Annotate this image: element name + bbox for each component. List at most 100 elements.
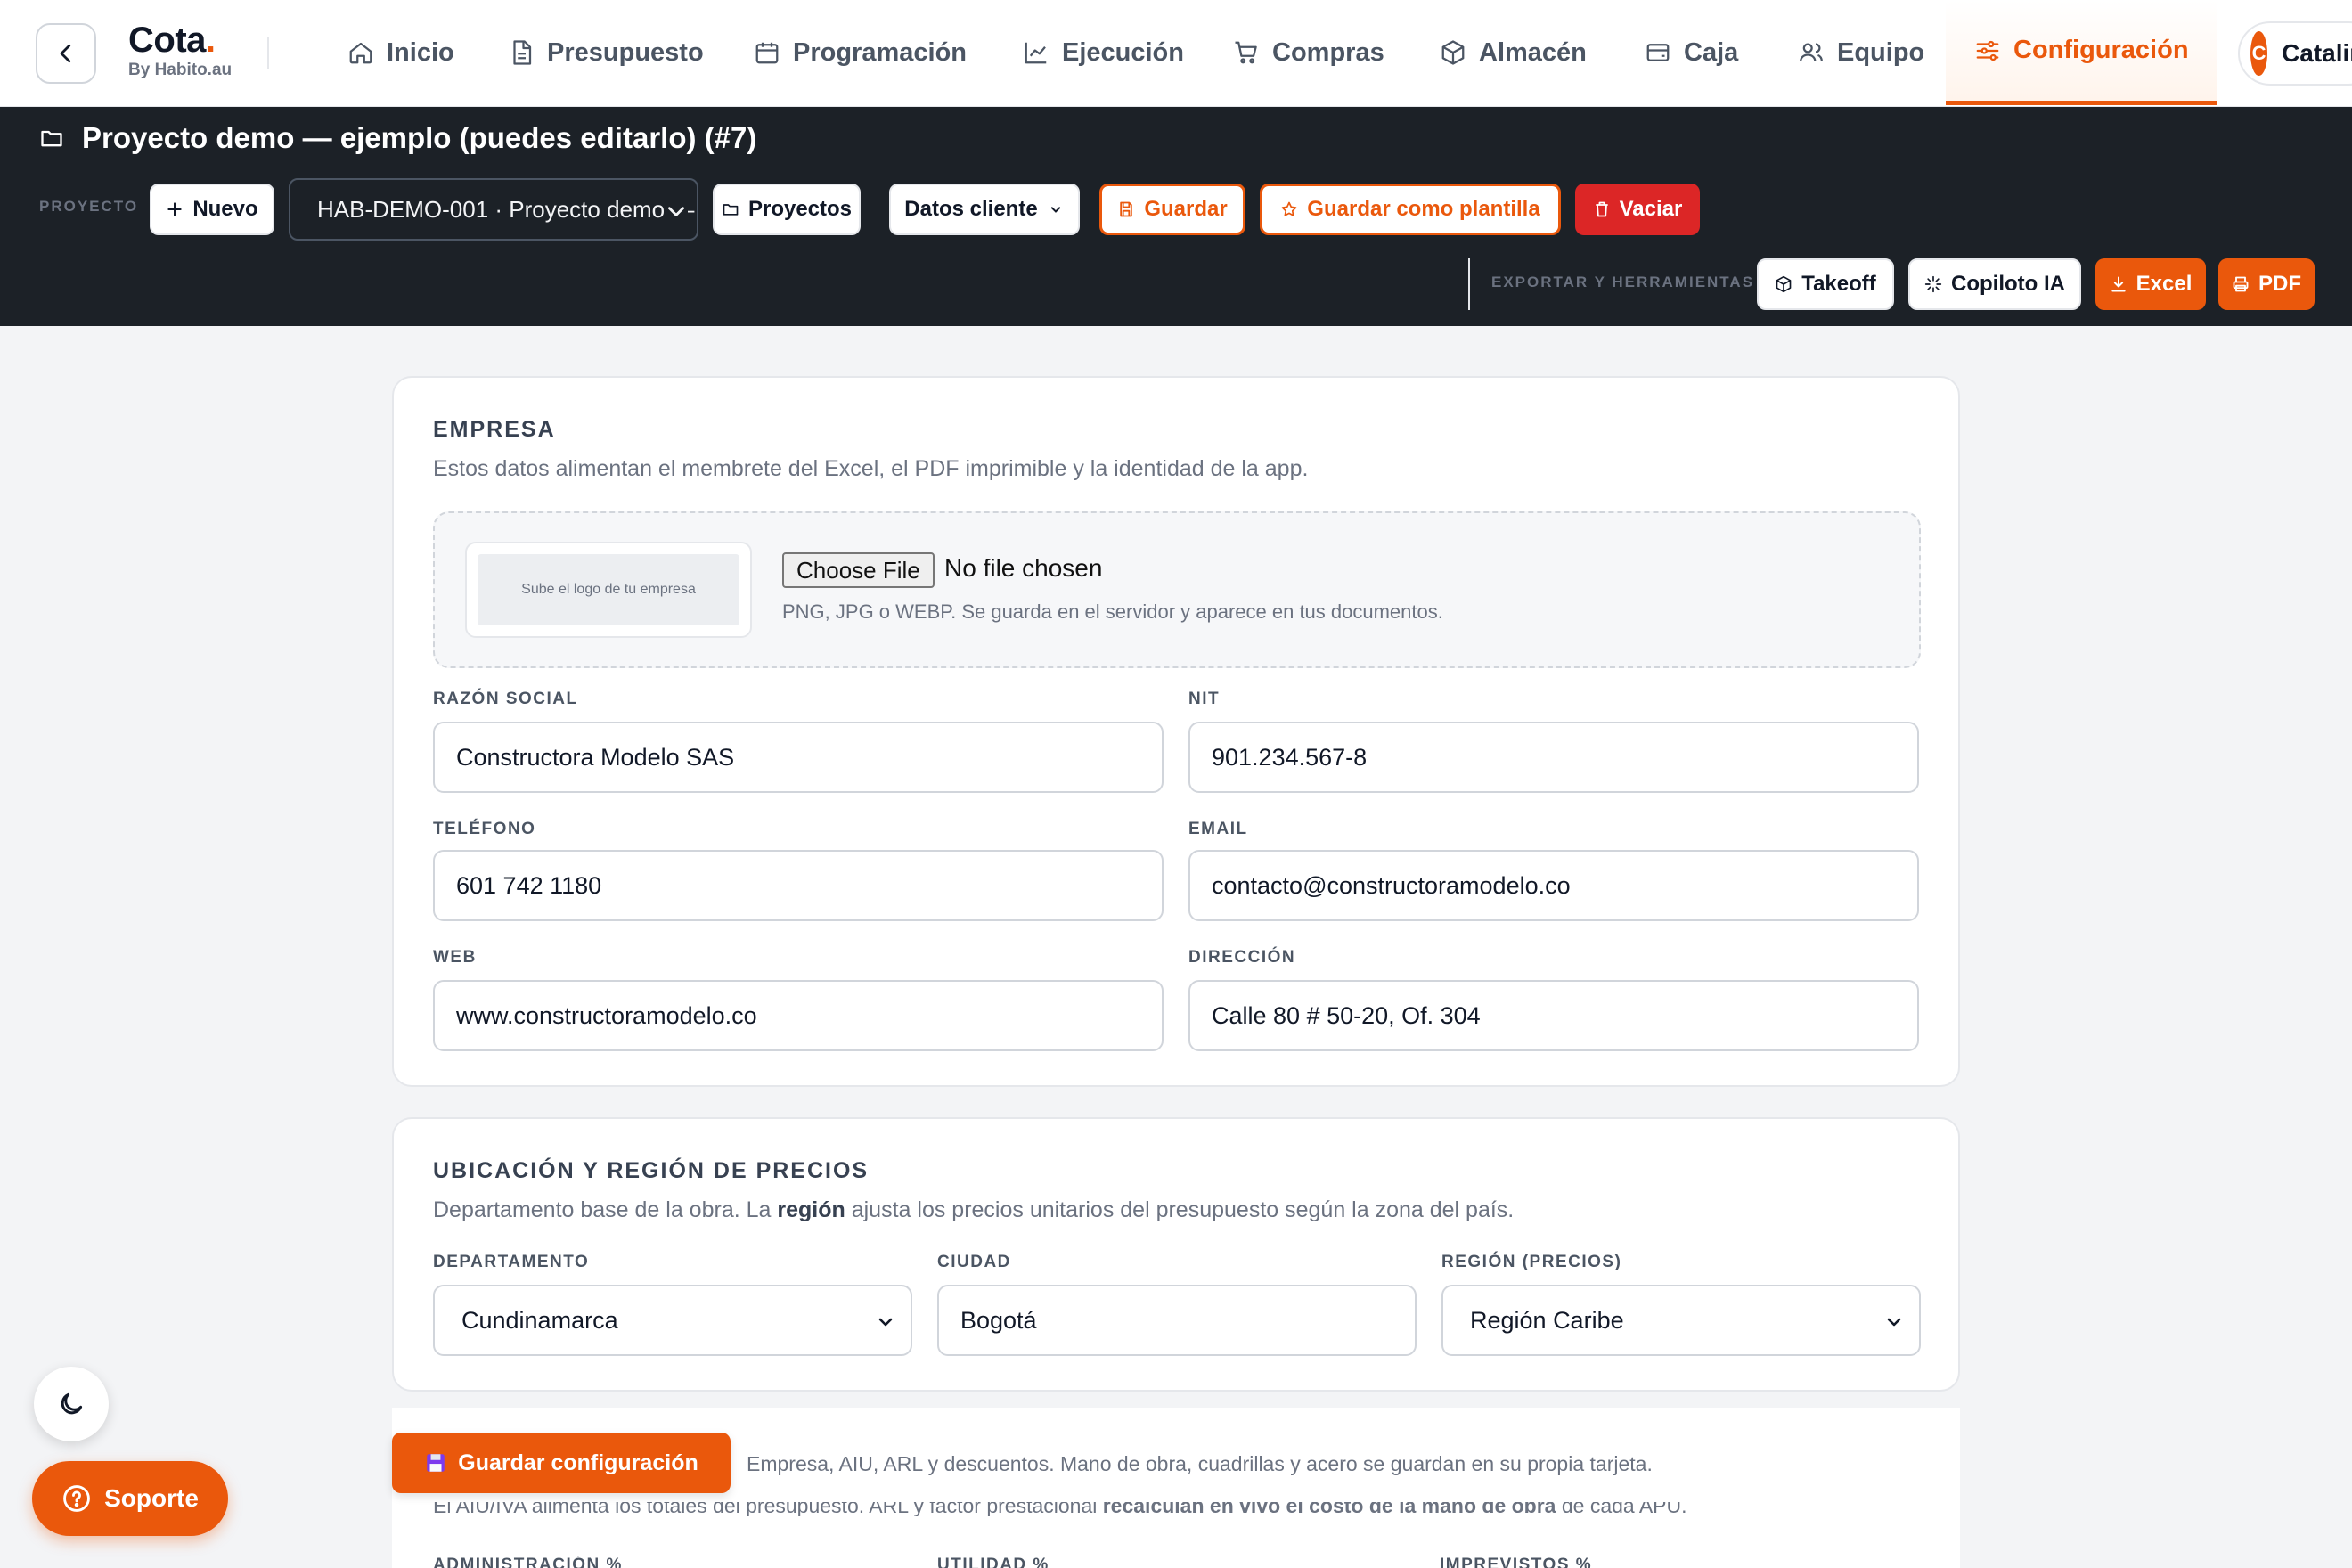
field-label: IMPREVISTOS % [1440, 1556, 1593, 1568]
description-text: El AIU/IVA alimenta los totales del pres… [433, 1502, 1103, 1516]
nav-item-programacion[interactable]: Programación [754, 0, 967, 105]
star-icon [1281, 201, 1297, 216]
nav-item-ejecucion[interactable]: Ejecución [1023, 0, 1184, 105]
company-card: EMPRESA Estos datos alimentan el membret… [392, 376, 1960, 1087]
client-data-label: Datos cliente [904, 197, 1038, 221]
floppy-disk-icon [427, 1454, 445, 1472]
download-icon [2111, 276, 2126, 292]
brand-dot: . [205, 20, 216, 60]
save-configuration-label: Guardar configuración [458, 1450, 698, 1475]
printer-icon [2233, 276, 2249, 292]
chevron-left-icon [60, 44, 71, 63]
document-icon [513, 40, 532, 65]
export-pdf-button[interactable]: PDF [2218, 258, 2315, 310]
file-hint: PNG, JPG o WEBP. Se guarda en el servido… [782, 600, 1443, 623]
nav-item-label: Programación [793, 37, 967, 67]
folder-icon [723, 204, 739, 216]
home-icon [349, 42, 372, 64]
project-select[interactable]: HAB-DEMO-001 · Proyecto demo — ejemplo [289, 178, 698, 241]
dark-mode-toggle[interactable] [34, 1367, 109, 1441]
support-button[interactable]: Soporte [32, 1461, 228, 1536]
save-project-button[interactable]: Guardar [1099, 184, 1245, 235]
moon-icon [61, 1392, 83, 1415]
address-input[interactable]: Calle 80 # 50-20, Of. 304 [1188, 980, 1919, 1051]
top-navigation: Cota. By Habito.au Inicio Presupuesto Pr… [0, 0, 2352, 107]
ai-copilot-button[interactable]: Copiloto IA [1908, 258, 2081, 310]
phone-input[interactable]: 601 742 1180 [433, 850, 1164, 921]
description-text: Departamento base de la obra. La [433, 1197, 778, 1222]
department-select[interactable]: Cundinamarca [433, 1285, 912, 1356]
email-input[interactable]: contacto@constructoramodelo.co [1188, 850, 1919, 921]
field-label: UTILIDAD % [937, 1556, 1049, 1568]
nav-item-caja[interactable]: Caja [1645, 0, 1738, 105]
nav-item-label: Equipo [1837, 37, 1925, 67]
export-excel-label: Excel [2136, 272, 2193, 296]
cart-icon [1235, 41, 1257, 64]
nav-item-presupuesto[interactable]: Presupuesto [508, 0, 704, 105]
divider [1468, 258, 1470, 310]
takeoff-button[interactable]: Takeoff [1757, 258, 1894, 310]
save-configuration-button[interactable]: Guardar configuración [392, 1433, 731, 1493]
nav-item-configuracion[interactable]: Configuración [1946, 0, 2217, 105]
back-button[interactable] [36, 23, 96, 84]
save-as-template-button[interactable]: Guardar como plantilla [1260, 184, 1561, 235]
divider [267, 37, 269, 69]
field-label: EMAIL [1188, 820, 1248, 838]
chevron-down-icon [665, 200, 688, 223]
city-input[interactable]: Bogotá [937, 1285, 1417, 1356]
empty-project-button[interactable]: Vaciar [1575, 184, 1700, 235]
folder-icon [41, 130, 62, 147]
projects-button[interactable]: Proyectos [713, 184, 861, 235]
website-input[interactable]: www.constructoramodelo.co [433, 980, 1164, 1051]
nav-item-equipo[interactable]: Equipo [1798, 0, 1924, 105]
field-label: RAZÓN SOCIAL [433, 690, 578, 708]
nav-item-label: Caja [1684, 37, 1739, 67]
avatar: C [2250, 31, 2268, 76]
user-menu[interactable]: C Catalina [2238, 21, 2352, 86]
nav-item-label: Inicio [387, 37, 454, 67]
calendar-icon [755, 42, 779, 64]
nav-item-almacen[interactable]: Almacén [1440, 0, 1587, 105]
choose-file-button[interactable]: Choose File [782, 552, 935, 588]
sliders-icon [1976, 40, 1999, 61]
users-icon [1800, 43, 1823, 62]
description-emphasis: región [777, 1197, 845, 1222]
cube-icon [1776, 275, 1792, 293]
card-title: EMPRESA [433, 417, 556, 442]
support-label: Soporte [104, 1484, 199, 1512]
save-note: Empresa, AIU, ARL y descuentos. Mano de … [747, 1452, 1653, 1475]
nav-item-inicio[interactable]: Inicio [347, 0, 454, 105]
brand-logo[interactable]: Cota. By Habito.au [128, 21, 232, 80]
project-select-value: HAB-DEMO-001 · Proyecto demo — ejemplo [317, 195, 697, 223]
empty-project-label: Vaciar [1619, 197, 1683, 221]
tools-section-label: EXPORTAR Y HERRAMIENTAS [1491, 274, 1755, 290]
file-status: No file chosen [944, 554, 1103, 582]
logo-placeholder: Sube el logo de tu empresa [478, 554, 739, 625]
client-data-button[interactable]: Datos cliente [889, 184, 1080, 235]
card-title: UBICACIÓN Y REGIÓN DE PRECIOS [433, 1158, 870, 1183]
trash-icon [1595, 201, 1608, 217]
chevron-down-icon [1887, 1318, 1901, 1327]
project-title-text: Proyecto demo — ejemplo (puedes editarlo… [82, 121, 757, 154]
projects-label: Proyectos [747, 197, 853, 221]
nav-item-label: Configuración [2013, 36, 2189, 64]
ai-copilot-label: Copiloto IA [1951, 272, 2065, 296]
logo-upload-area: Sube el logo de tu empresa Choose File N… [433, 511, 1921, 668]
export-excel-button[interactable]: Excel [2095, 258, 2206, 310]
card-description: Departamento base de la obra. La región … [433, 1197, 1514, 1223]
description-text: de cada APU. [1556, 1502, 1687, 1516]
nav-item-label: Ejecución [1062, 37, 1184, 67]
new-project-button[interactable]: Nuevo [150, 184, 274, 235]
nav-item-label: Compras [1272, 37, 1384, 67]
save-project-label: Guardar [1144, 197, 1228, 221]
field-label: TELÉFONO [433, 820, 536, 838]
description-text: ajusta los precios unitarios del presupu… [845, 1197, 1515, 1222]
nit-input[interactable]: 901.234.567-8 [1188, 722, 1919, 793]
company-name-input[interactable]: Constructora Modelo SAS [433, 722, 1164, 793]
price-region-select[interactable]: Región Caribe [1441, 1285, 1921, 1356]
export-pdf-label: PDF [2258, 272, 2301, 296]
field-label: REGIÓN (PRECIOS) [1441, 1253, 1622, 1271]
box-icon [1441, 40, 1465, 65]
nav-item-compras[interactable]: Compras [1233, 0, 1384, 105]
field-label: DEPARTAMENTO [433, 1253, 590, 1271]
